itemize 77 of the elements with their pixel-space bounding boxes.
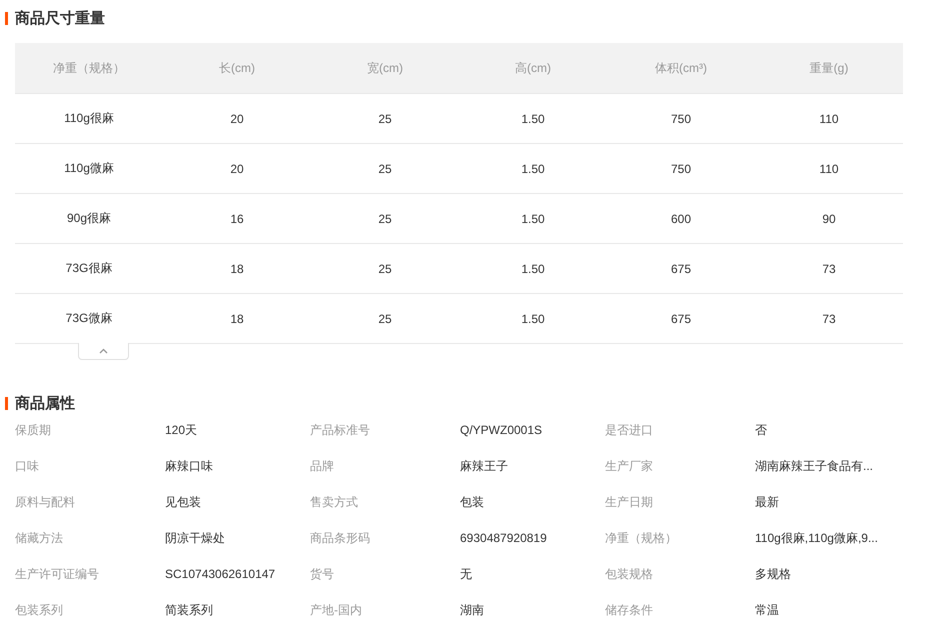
table-cell: 750 (607, 144, 755, 194)
attribute-label: 净重（规格） (605, 530, 678, 547)
attribute-label: 货号 (310, 566, 335, 583)
caret-icon (99, 348, 108, 354)
attribute-value: 阴凉干燥处 (165, 530, 226, 547)
table-cell: 18 (163, 244, 311, 294)
table-cell: 25 (311, 244, 459, 294)
attribute-label: 储存条件 (605, 602, 654, 619)
attribute-label: 生产日期 (605, 494, 654, 511)
table-cell: 1.50 (459, 94, 607, 144)
attribute-label: 生产厂家 (605, 458, 654, 475)
table-cell: 20 (163, 144, 311, 194)
column-header: 高(cm) (459, 43, 607, 94)
attribute-label: 售卖方式 (310, 494, 359, 511)
table-cell: 73 (755, 294, 903, 344)
attribute-label: 包装系列 (15, 602, 64, 619)
attribute-value: 120天 (165, 422, 198, 439)
table-cell: 73G很麻 (15, 244, 163, 294)
attribute-label: 口味 (15, 458, 40, 475)
attribute-value: 最新 (755, 494, 780, 511)
attribute-label: 产地-国内 (310, 602, 363, 619)
attribute-value: 常温 (755, 602, 780, 619)
table-cell: 20 (163, 94, 311, 144)
section-title: 商品尺寸重量 (15, 8, 105, 28)
column-header: 净重（规格） (15, 43, 163, 94)
title-marker (5, 12, 8, 24)
table-cell: 25 (311, 294, 459, 344)
table-cell: 25 (311, 94, 459, 144)
attribute-value: 湖南 (460, 602, 485, 619)
attribute-label: 保质期 (15, 422, 52, 439)
attribute-label: 品牌 (310, 458, 335, 475)
attribute-label: 储藏方法 (15, 530, 64, 547)
attribute-value: 6930487920819 (460, 530, 548, 547)
table-cell: 25 (311, 194, 459, 244)
table-cell: 110 (755, 144, 903, 194)
attribute-value: 湖南麻辣王子食品有... (755, 458, 874, 475)
attribute-value: 麻辣口味 (165, 458, 214, 475)
column-header: 宽(cm) (311, 43, 459, 94)
table-cell: 675 (607, 294, 755, 344)
title-marker (5, 396, 8, 410)
attribute-label: 是否进口 (605, 422, 654, 439)
table-cell: 750 (607, 94, 755, 144)
table-cell: 18 (163, 294, 311, 344)
attribute-value: SC10743062610147 (165, 566, 276, 583)
attribute-label: 生产许可证编号 (15, 566, 100, 583)
attribute-value: 见包装 (165, 494, 202, 511)
attribute-label: 产品标准号 (310, 422, 371, 439)
attribute-value: 110g很麻,110g微麻,9... (755, 530, 879, 547)
table-cell: 73 (755, 244, 903, 294)
attribute-value: 包装 (460, 494, 485, 511)
attribute-value: 否 (755, 422, 768, 439)
table-cell: 675 (607, 244, 755, 294)
column-header: 重量(g) (755, 43, 903, 94)
attribute-value: 简装系列 (165, 602, 214, 619)
table-cell: 1.50 (459, 194, 607, 244)
attribute-value: 麻辣王子 (460, 458, 509, 475)
table-cell: 110 (755, 94, 903, 144)
section-title: 商品属性 (15, 394, 75, 412)
table-cell: 90g很麻 (15, 194, 163, 244)
attribute-value: 无 (460, 566, 473, 583)
table-cell: 16 (163, 194, 311, 244)
column-header: 体积(cm³) (607, 43, 755, 94)
table-cell: 110g很麻 (15, 94, 163, 144)
attribute-value: Q/YPWZ0001S (460, 422, 544, 439)
attribute-value: 多规格 (755, 566, 792, 583)
table-cell: 110g微麻 (15, 144, 163, 194)
table-cell: 1.50 (459, 244, 607, 294)
column-header: 长(cm) (163, 43, 311, 94)
collapse-button[interactable] (78, 343, 129, 360)
table-cell: 1.50 (459, 144, 607, 194)
attribute-label: 包装规格 (605, 566, 654, 583)
table-cell: 600 (607, 194, 755, 244)
table-cell: 25 (311, 144, 459, 194)
table-cell: 90 (755, 194, 903, 244)
attribute-label: 原料与配料 (15, 494, 76, 511)
attribute-label: 商品条形码 (310, 530, 371, 547)
table-cell: 1.50 (459, 294, 607, 344)
